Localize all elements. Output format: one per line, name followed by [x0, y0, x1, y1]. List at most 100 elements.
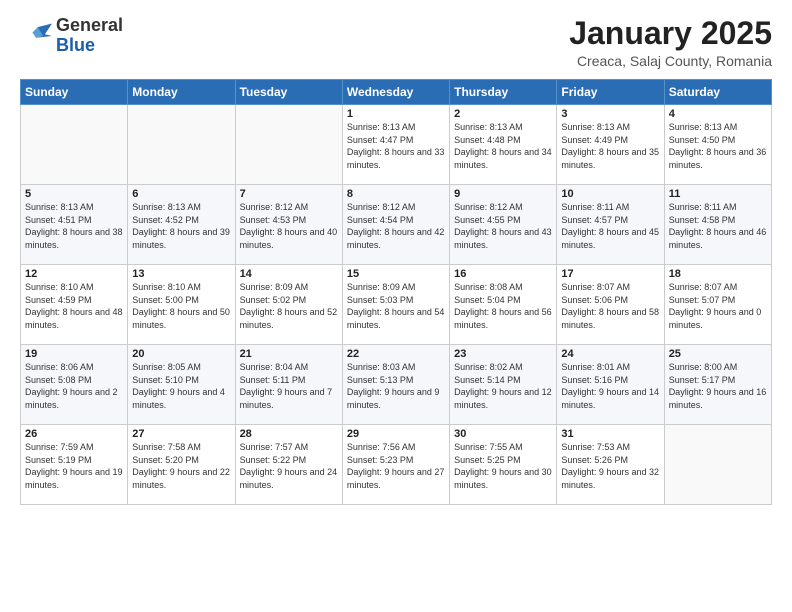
day-info: Sunrise: 8:09 AMSunset: 5:03 PMDaylight:…	[347, 281, 445, 331]
calendar-cell: 5Sunrise: 8:13 AMSunset: 4:51 PMDaylight…	[21, 185, 128, 265]
day-number: 12	[25, 268, 123, 280]
calendar-cell: 16Sunrise: 8:08 AMSunset: 5:04 PMDayligh…	[450, 265, 557, 345]
day-info: Sunrise: 8:09 AMSunset: 5:02 PMDaylight:…	[240, 281, 338, 331]
day-number: 26	[25, 428, 123, 440]
week-row-5: 26Sunrise: 7:59 AMSunset: 5:19 PMDayligh…	[21, 425, 772, 505]
day-number: 7	[240, 188, 338, 200]
header: General Blue January 2025 Creaca, Salaj …	[20, 16, 772, 69]
day-number: 30	[454, 428, 552, 440]
weekday-header-row: SundayMondayTuesdayWednesdayThursdayFrid…	[21, 80, 772, 105]
day-number: 18	[669, 268, 767, 280]
title-block: January 2025 Creaca, Salaj County, Roman…	[569, 16, 772, 69]
day-info: Sunrise: 7:59 AMSunset: 5:19 PMDaylight:…	[25, 441, 123, 491]
calendar-cell: 4Sunrise: 8:13 AMSunset: 4:50 PMDaylight…	[664, 105, 771, 185]
day-number: 20	[132, 348, 230, 360]
day-info: Sunrise: 8:13 AMSunset: 4:48 PMDaylight:…	[454, 121, 552, 171]
calendar-cell: 29Sunrise: 7:56 AMSunset: 5:23 PMDayligh…	[342, 425, 449, 505]
week-row-3: 12Sunrise: 8:10 AMSunset: 4:59 PMDayligh…	[21, 265, 772, 345]
day-number: 6	[132, 188, 230, 200]
day-number: 4	[669, 108, 767, 120]
day-info: Sunrise: 8:05 AMSunset: 5:10 PMDaylight:…	[132, 361, 230, 411]
calendar-cell: 18Sunrise: 8:07 AMSunset: 5:07 PMDayligh…	[664, 265, 771, 345]
calendar-cell: 8Sunrise: 8:12 AMSunset: 4:54 PMDaylight…	[342, 185, 449, 265]
day-number: 14	[240, 268, 338, 280]
day-info: Sunrise: 8:10 AMSunset: 4:59 PMDaylight:…	[25, 281, 123, 331]
calendar-cell: 20Sunrise: 8:05 AMSunset: 5:10 PMDayligh…	[128, 345, 235, 425]
calendar-cell: 22Sunrise: 8:03 AMSunset: 5:13 PMDayligh…	[342, 345, 449, 425]
day-info: Sunrise: 8:12 AMSunset: 4:53 PMDaylight:…	[240, 201, 338, 251]
calendar-cell: 1Sunrise: 8:13 AMSunset: 4:47 PMDaylight…	[342, 105, 449, 185]
weekday-header-monday: Monday	[128, 80, 235, 105]
calendar-cell: 11Sunrise: 8:11 AMSunset: 4:58 PMDayligh…	[664, 185, 771, 265]
calendar-cell: 26Sunrise: 7:59 AMSunset: 5:19 PMDayligh…	[21, 425, 128, 505]
day-info: Sunrise: 8:11 AMSunset: 4:57 PMDaylight:…	[561, 201, 659, 251]
calendar-cell: 12Sunrise: 8:10 AMSunset: 4:59 PMDayligh…	[21, 265, 128, 345]
calendar-table: SundayMondayTuesdayWednesdayThursdayFrid…	[20, 79, 772, 505]
day-info: Sunrise: 7:57 AMSunset: 5:22 PMDaylight:…	[240, 441, 338, 491]
day-info: Sunrise: 7:55 AMSunset: 5:25 PMDaylight:…	[454, 441, 552, 491]
day-number: 17	[561, 268, 659, 280]
calendar-cell: 27Sunrise: 7:58 AMSunset: 5:20 PMDayligh…	[128, 425, 235, 505]
day-info: Sunrise: 8:11 AMSunset: 4:58 PMDaylight:…	[669, 201, 767, 251]
day-info: Sunrise: 8:10 AMSunset: 5:00 PMDaylight:…	[132, 281, 230, 331]
calendar-cell: 3Sunrise: 8:13 AMSunset: 4:49 PMDaylight…	[557, 105, 664, 185]
day-number: 8	[347, 188, 445, 200]
page: General Blue January 2025 Creaca, Salaj …	[0, 0, 792, 612]
calendar-cell: 25Sunrise: 8:00 AMSunset: 5:17 PMDayligh…	[664, 345, 771, 425]
day-info: Sunrise: 8:06 AMSunset: 5:08 PMDaylight:…	[25, 361, 123, 411]
day-number: 11	[669, 188, 767, 200]
day-info: Sunrise: 8:07 AMSunset: 5:06 PMDaylight:…	[561, 281, 659, 331]
day-number: 9	[454, 188, 552, 200]
calendar-cell: 9Sunrise: 8:12 AMSunset: 4:55 PMDaylight…	[450, 185, 557, 265]
day-number: 19	[25, 348, 123, 360]
day-number: 31	[561, 428, 659, 440]
calendar-cell: 2Sunrise: 8:13 AMSunset: 4:48 PMDaylight…	[450, 105, 557, 185]
calendar-cell: 24Sunrise: 8:01 AMSunset: 5:16 PMDayligh…	[557, 345, 664, 425]
day-info: Sunrise: 8:12 AMSunset: 4:55 PMDaylight:…	[454, 201, 552, 251]
week-row-4: 19Sunrise: 8:06 AMSunset: 5:08 PMDayligh…	[21, 345, 772, 425]
calendar-cell: 17Sunrise: 8:07 AMSunset: 5:06 PMDayligh…	[557, 265, 664, 345]
day-number: 2	[454, 108, 552, 120]
day-number: 23	[454, 348, 552, 360]
calendar-cell: 30Sunrise: 7:55 AMSunset: 5:25 PMDayligh…	[450, 425, 557, 505]
calendar-cell: 14Sunrise: 8:09 AMSunset: 5:02 PMDayligh…	[235, 265, 342, 345]
weekday-header-thursday: Thursday	[450, 80, 557, 105]
weekday-header-friday: Friday	[557, 80, 664, 105]
weekday-header-sunday: Sunday	[21, 80, 128, 105]
weekday-header-wednesday: Wednesday	[342, 80, 449, 105]
day-info: Sunrise: 8:08 AMSunset: 5:04 PMDaylight:…	[454, 281, 552, 331]
day-info: Sunrise: 8:03 AMSunset: 5:13 PMDaylight:…	[347, 361, 445, 411]
day-info: Sunrise: 8:02 AMSunset: 5:14 PMDaylight:…	[454, 361, 552, 411]
day-info: Sunrise: 8:13 AMSunset: 4:51 PMDaylight:…	[25, 201, 123, 251]
calendar-cell: 31Sunrise: 7:53 AMSunset: 5:26 PMDayligh…	[557, 425, 664, 505]
calendar-cell	[21, 105, 128, 185]
calendar-cell	[235, 105, 342, 185]
logo-text: General Blue	[56, 16, 123, 56]
week-row-1: 1Sunrise: 8:13 AMSunset: 4:47 PMDaylight…	[21, 105, 772, 185]
calendar-title: January 2025	[569, 16, 772, 51]
day-number: 15	[347, 268, 445, 280]
day-info: Sunrise: 8:04 AMSunset: 5:11 PMDaylight:…	[240, 361, 338, 411]
logo-icon	[20, 20, 52, 52]
weekday-header-tuesday: Tuesday	[235, 80, 342, 105]
day-number: 22	[347, 348, 445, 360]
day-number: 25	[669, 348, 767, 360]
calendar-cell: 15Sunrise: 8:09 AMSunset: 5:03 PMDayligh…	[342, 265, 449, 345]
day-info: Sunrise: 8:00 AMSunset: 5:17 PMDaylight:…	[669, 361, 767, 411]
day-info: Sunrise: 7:56 AMSunset: 5:23 PMDaylight:…	[347, 441, 445, 491]
day-number: 16	[454, 268, 552, 280]
calendar-cell: 13Sunrise: 8:10 AMSunset: 5:00 PMDayligh…	[128, 265, 235, 345]
calendar-cell: 10Sunrise: 8:11 AMSunset: 4:57 PMDayligh…	[557, 185, 664, 265]
day-number: 3	[561, 108, 659, 120]
day-number: 13	[132, 268, 230, 280]
day-number: 29	[347, 428, 445, 440]
calendar-cell	[664, 425, 771, 505]
week-row-2: 5Sunrise: 8:13 AMSunset: 4:51 PMDaylight…	[21, 185, 772, 265]
day-number: 10	[561, 188, 659, 200]
day-info: Sunrise: 8:13 AMSunset: 4:49 PMDaylight:…	[561, 121, 659, 171]
calendar-cell: 28Sunrise: 7:57 AMSunset: 5:22 PMDayligh…	[235, 425, 342, 505]
calendar-cell	[128, 105, 235, 185]
calendar-cell: 6Sunrise: 8:13 AMSunset: 4:52 PMDaylight…	[128, 185, 235, 265]
day-info: Sunrise: 8:01 AMSunset: 5:16 PMDaylight:…	[561, 361, 659, 411]
weekday-header-saturday: Saturday	[664, 80, 771, 105]
